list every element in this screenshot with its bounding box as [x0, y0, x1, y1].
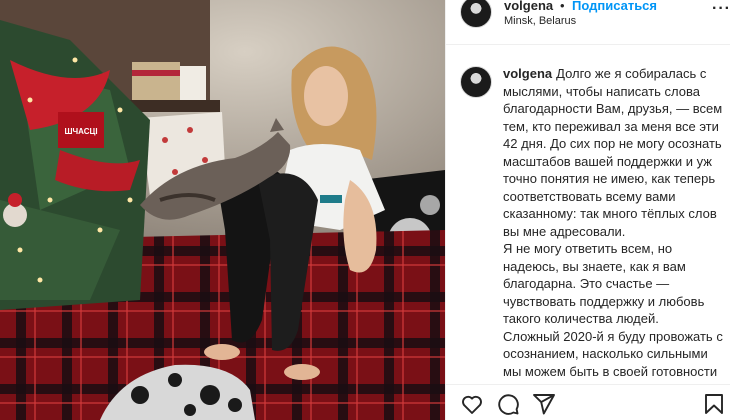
caption-username-link[interactable]: volgena	[503, 66, 552, 81]
more-options-icon[interactable]: ···	[712, 0, 730, 18]
bookmark-icon[interactable]	[702, 392, 726, 416]
caption-text: volgena Долго же я собиралась с мыслями, …	[503, 65, 725, 384]
caption-paragraph-2: Я не могу ответить всем, но надеюсь, вы …	[503, 241, 705, 326]
header-username-link[interactable]: volgena	[504, 0, 553, 13]
avatar[interactable]	[460, 0, 492, 28]
comment-icon[interactable]	[496, 392, 520, 416]
location-link[interactable]: Minsk, Belarus	[504, 15, 576, 27]
caption-paragraph-1: Долго же я собиралась с мыслями, чтобы н…	[503, 66, 723, 239]
header-separator: •	[560, 0, 565, 13]
caption-paragraph-3: Сложный 2020-й я буду провожать с осозна…	[503, 328, 723, 385]
caption-avatar[interactable]	[460, 66, 492, 98]
follow-button[interactable]: Подписаться	[572, 0, 657, 13]
post-actions-bar	[446, 384, 730, 420]
share-icon[interactable]	[532, 392, 556, 416]
photo-illustration: ШЧАСЦІ	[0, 0, 445, 420]
post-photo[interactable]: ШЧАСЦІ	[0, 0, 445, 420]
post-header: volgena • Подписаться Minsk, Belarus ···	[446, 0, 730, 45]
comments-area[interactable]: volgena Долго же я собиралась с мыслями, …	[446, 46, 730, 384]
ornament-text: ШЧАСЦІ	[64, 127, 97, 136]
heart-icon[interactable]	[460, 392, 484, 416]
post-side-panel: volgena • Подписаться Minsk, Belarus ···…	[445, 0, 730, 420]
